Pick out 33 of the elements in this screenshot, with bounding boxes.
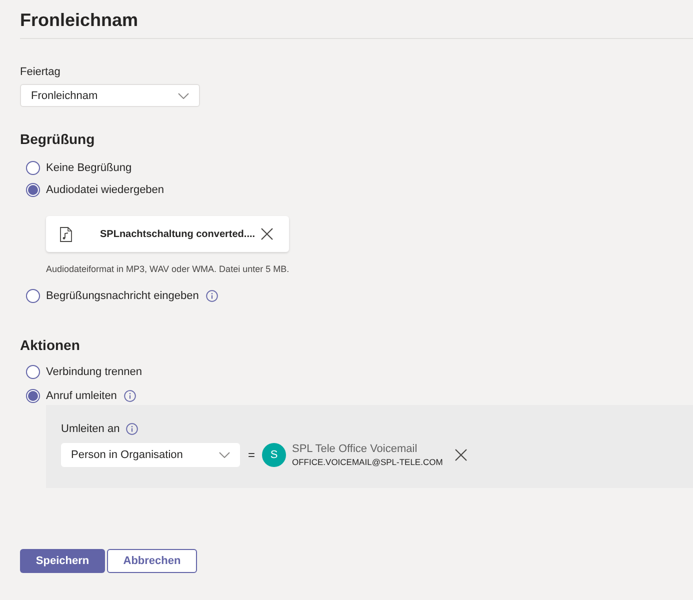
chevron-down-icon bbox=[178, 92, 189, 98]
option-label: Audiodatei wiedergeben bbox=[46, 183, 164, 197]
cancel-button[interactable]: Abbrechen bbox=[107, 549, 197, 573]
hint-text: Audiodateiformat in MP3, WAV oder WMA. Datei unter 5 MB. bbox=[46, 263, 290, 276]
radio-button[interactable] bbox=[26, 161, 40, 175]
holiday-dropdown[interactable]: Fronleichnam bbox=[20, 84, 200, 107]
info-icon[interactable] bbox=[126, 423, 138, 435]
file-name: SPLnachtschaltung converted.... bbox=[100, 228, 256, 240]
remove-contact-icon[interactable] bbox=[454, 449, 467, 461]
option-label: Begrüßungsnachricht eingeben bbox=[46, 289, 199, 303]
section-heading: Begrüßung bbox=[20, 130, 95, 148]
radio-button[interactable] bbox=[26, 389, 40, 403]
remove-file-icon[interactable] bbox=[261, 228, 273, 240]
section-heading: Aktionen bbox=[20, 336, 80, 354]
contact-email: OFFICE.VOICEMAIL@SPL-TELE.COM bbox=[292, 456, 443, 468]
option-label: Keine Begrüßung bbox=[46, 161, 132, 175]
audio-file-icon bbox=[60, 226, 72, 242]
option-label: Anruf umleiten bbox=[46, 389, 117, 403]
field-label: Feiertag bbox=[20, 65, 60, 79]
target-dropdown[interactable]: Person in Organisation bbox=[61, 443, 240, 467]
option-label: Verbindung trennen bbox=[46, 365, 142, 379]
radio-button[interactable] bbox=[26, 365, 40, 379]
contact-name: SPL Tele Office Voicemail bbox=[292, 442, 418, 456]
equals-sign: = bbox=[248, 448, 256, 462]
avatar: S bbox=[262, 443, 286, 467]
page-title: Fronleichnam bbox=[20, 9, 138, 32]
field-label: Umleiten an bbox=[61, 422, 120, 436]
radio-button[interactable] bbox=[26, 183, 40, 197]
info-icon[interactable] bbox=[124, 390, 136, 402]
chevron-down-icon bbox=[219, 452, 230, 458]
info-icon[interactable] bbox=[206, 290, 218, 302]
save-button[interactable]: Speichern bbox=[20, 549, 105, 573]
radio-button[interactable] bbox=[26, 289, 40, 303]
